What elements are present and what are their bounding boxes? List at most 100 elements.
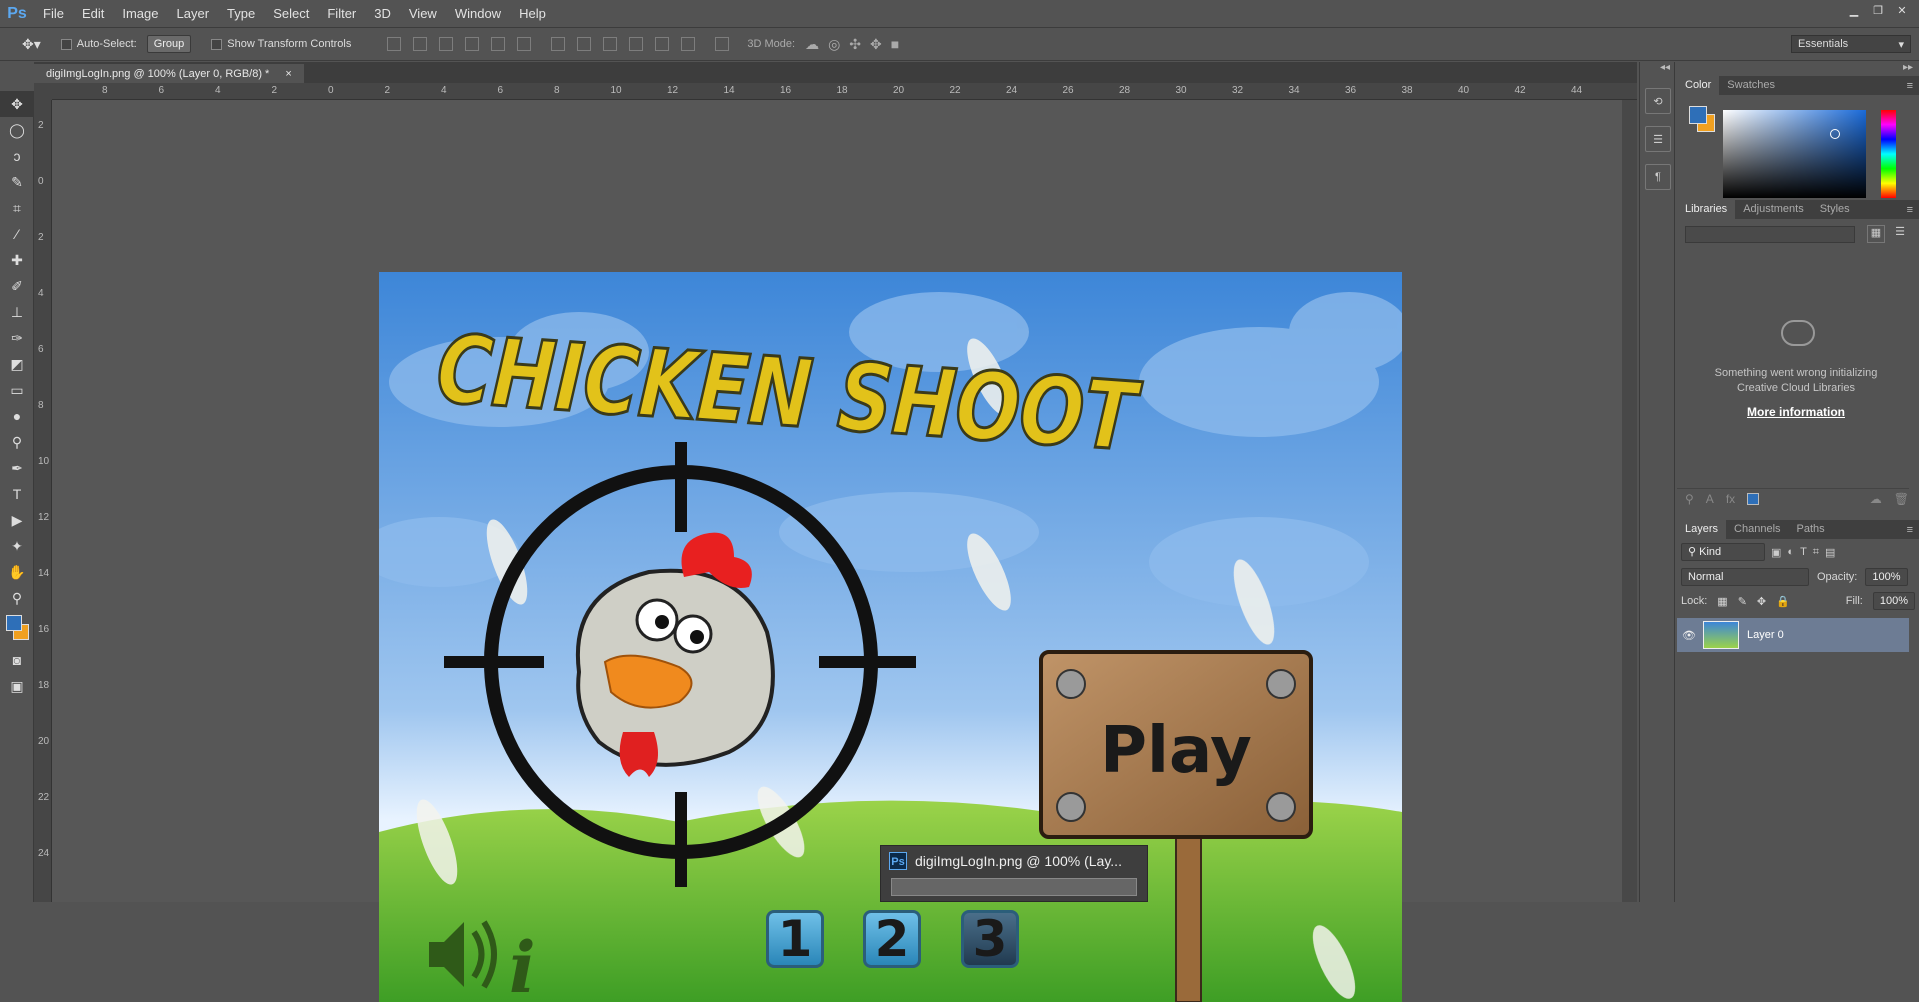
filter-shape-icon[interactable]: ⌗ <box>1813 546 1819 559</box>
close-tab-icon[interactable]: × <box>285 68 291 80</box>
tab-color[interactable]: Color <box>1677 76 1720 95</box>
level-3-button[interactable]: 3 <box>961 910 1019 968</box>
filter-smart-icon[interactable]: ▤ <box>1825 546 1835 559</box>
workspace-select[interactable]: Essentials ▾ <box>1791 35 1911 53</box>
tab-layers[interactable]: Layers <box>1677 520 1727 539</box>
distribute-right-icon[interactable] <box>681 37 696 51</box>
add-style-icon[interactable]: fx <box>1726 492 1735 506</box>
fill-value[interactable]: 100% <box>1872 592 1915 610</box>
align-vcenter-icon[interactable] <box>413 37 428 51</box>
library-select[interactable] <box>1685 226 1855 243</box>
menu-file[interactable]: File <box>34 0 73 27</box>
tab-adjustments[interactable]: Adjustments <box>1735 200 1812 219</box>
lock-transparent-icon[interactable]: ▦ <box>1717 595 1727 608</box>
color-picker-marker[interactable] <box>1830 129 1840 139</box>
lock-all-icon[interactable]: 🔒 <box>1776 595 1790 608</box>
lock-position-icon[interactable]: ✥ <box>1757 595 1766 608</box>
blur-tool-icon[interactable]: ● <box>0 403 34 429</box>
dodge-tool-icon[interactable]: ⚲ <box>0 429 34 455</box>
type-tool-icon[interactable]: T <box>0 481 34 507</box>
properties-panel-icon[interactable]: ☰ <box>1645 126 1671 152</box>
zoom-tool-icon[interactable]: ⚲ <box>0 585 34 611</box>
hue-slider[interactable] <box>1881 110 1896 198</box>
lock-paint-icon[interactable]: ✎ <box>1738 595 1747 608</box>
align-right-icon[interactable] <box>517 37 532 51</box>
align-hcenter-icon[interactable] <box>491 37 506 51</box>
document-tab[interactable]: digiImgLogIn.png @ 100% (Layer 0, RGB/8)… <box>34 64 304 83</box>
distribute-top-icon[interactable] <box>551 37 566 51</box>
add-graphic-icon[interactable]: ⚲ <box>1685 492 1694 506</box>
visibility-eye-icon[interactable]: 👁 <box>1677 629 1701 642</box>
menu-layer[interactable]: Layer <box>168 0 219 27</box>
blend-mode-select[interactable]: Normal <box>1681 568 1809 586</box>
pen-tool-icon[interactable]: ✒ <box>0 455 34 481</box>
menu-help[interactable]: Help <box>510 0 555 27</box>
scale-3d-icon[interactable]: ■ <box>891 36 908 52</box>
filter-type-icon[interactable]: T <box>1800 546 1807 558</box>
filter-adjustment-icon[interactable]: ◐ <box>1787 546 1794 558</box>
align-left-icon[interactable] <box>465 37 480 51</box>
opacity-value[interactable]: 100% <box>1865 568 1908 586</box>
slide-3d-icon[interactable]: ✥ <box>870 36 891 53</box>
close-icon[interactable]: ✕ <box>1893 4 1911 18</box>
tab-channels[interactable]: Channels <box>1726 520 1788 539</box>
layer-row[interactable]: 👁 Layer 0 <box>1677 618 1909 652</box>
quick-mask-icon[interactable]: ◙ <box>0 647 34 673</box>
orbit-3d-icon[interactable]: ☁ <box>805 36 828 53</box>
move-tool-preset[interactable]: ✥▾ <box>22 36 41 53</box>
level-2-button[interactable]: 2 <box>863 910 921 968</box>
level-1-button[interactable]: 1 <box>766 910 824 968</box>
collapse-dock-icon[interactable]: ◂◂ <box>1640 62 1674 76</box>
eraser-tool-icon[interactable]: ◩ <box>0 351 34 377</box>
custom-shape-tool-icon[interactable]: ✦ <box>0 533 34 559</box>
menu-view[interactable]: View <box>400 0 446 27</box>
kind-filter-select[interactable]: ⚲ Kind <box>1681 543 1765 561</box>
lasso-tool-icon[interactable]: ↄ <box>0 143 34 169</box>
tab-swatches[interactable]: Swatches <box>1719 76 1783 95</box>
menu-window[interactable]: Window <box>446 0 510 27</box>
gradient-tool-icon[interactable]: ▭ <box>0 377 34 403</box>
brush-tool-icon[interactable]: ✐ <box>0 273 34 299</box>
distribute-hcenter-icon[interactable] <box>655 37 670 51</box>
more-information-link[interactable]: More information <box>1677 405 1915 419</box>
restore-icon[interactable]: ❐ <box>1869 4 1887 18</box>
paragraph-panel-icon[interactable]: ¶ <box>1645 164 1671 190</box>
auto-select-dropdown[interactable]: Group <box>146 35 192 53</box>
auto-select-option[interactable]: Auto-Select: <box>60 38 137 50</box>
add-text-icon[interactable]: A <box>1706 492 1714 506</box>
panel-menu-icon[interactable]: ≡ <box>1907 80 1919 92</box>
hand-tool-icon[interactable]: ✋ <box>0 559 34 585</box>
taskbar-thumbnail-popup[interactable]: Ps digiImgLogIn.png @ 100% (Lay... <box>880 845 1148 902</box>
align-top-icon[interactable] <box>387 37 402 51</box>
color-field[interactable] <box>1723 110 1866 198</box>
history-panel-icon[interactable]: ⟲ <box>1645 88 1671 114</box>
expand-panels-icon[interactable]: ▸▸ <box>1677 62 1919 76</box>
panel-menu-icon[interactable]: ≡ <box>1907 524 1919 536</box>
vertical-scrollbar[interactable] <box>1622 100 1637 902</box>
menu-image[interactable]: Image <box>113 0 167 27</box>
sync-icon[interactable]: ☁ <box>1870 492 1882 506</box>
healing-brush-tool-icon[interactable]: ✚ <box>0 247 34 273</box>
marquee-tool-icon[interactable]: ◯ <box>0 117 34 143</box>
panel-foreground-color[interactable] <box>1689 106 1707 124</box>
screen-mode-icon[interactable]: ▣ <box>0 673 34 699</box>
color-swatches[interactable] <box>0 611 34 647</box>
add-color-icon[interactable] <box>1747 492 1760 505</box>
menu-edit[interactable]: Edit <box>73 0 113 27</box>
foreground-color[interactable] <box>6 615 22 631</box>
auto-select-checkbox[interactable] <box>60 38 72 50</box>
stamp-tool-icon[interactable]: ⊥ <box>0 299 34 325</box>
quick-select-tool-icon[interactable]: ✎ <box>0 169 34 195</box>
tab-libraries[interactable]: Libraries <box>1677 200 1736 219</box>
roll-3d-icon[interactable]: ◎ <box>828 36 849 53</box>
align-bottom-icon[interactable] <box>439 37 454 51</box>
distribute-bottom-icon[interactable] <box>603 37 618 51</box>
layer-name[interactable]: Layer 0 <box>1747 629 1784 641</box>
menu-type[interactable]: Type <box>218 0 264 27</box>
path-select-tool-icon[interactable]: ▶ <box>0 507 34 533</box>
show-transform-checkbox[interactable] <box>211 38 223 50</box>
crop-tool-icon[interactable]: ⌗ <box>0 195 34 221</box>
history-brush-tool-icon[interactable]: ✑ <box>0 325 34 351</box>
tab-paths[interactable]: Paths <box>1789 520 1833 539</box>
filter-pixel-icon[interactable]: ▣ <box>1771 546 1781 559</box>
